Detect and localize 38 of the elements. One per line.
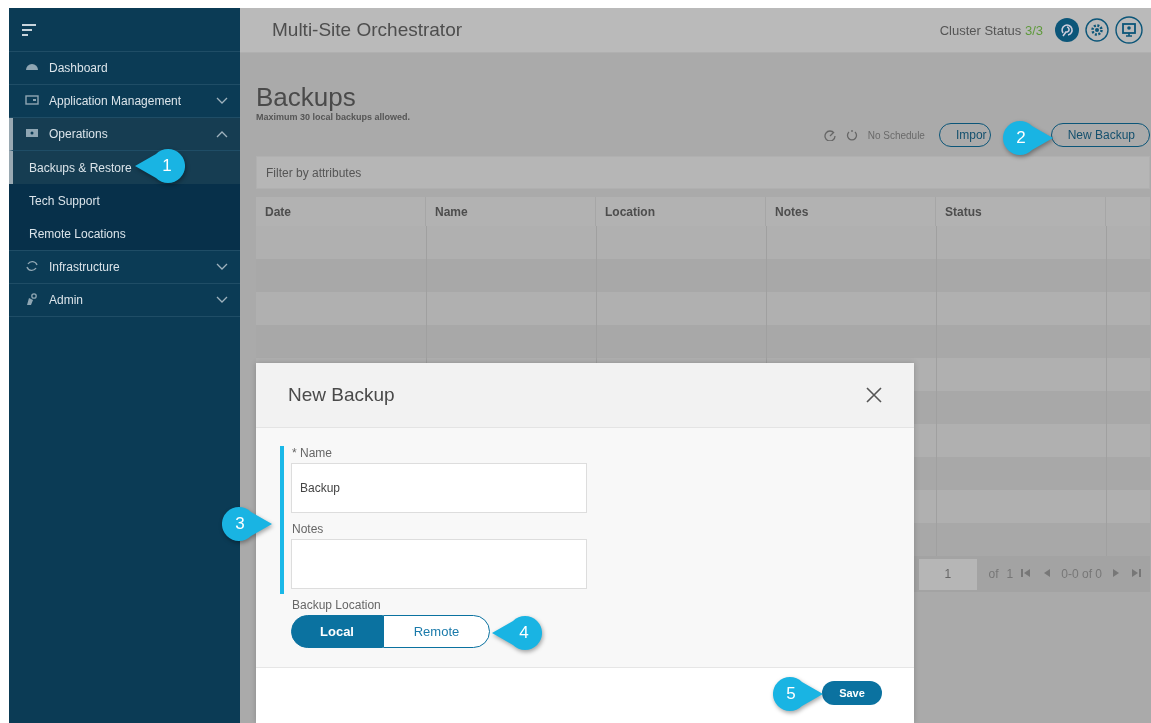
toggle-option[interactable]: Local (291, 615, 383, 648)
nav-subitem[interactable]: Tech Support (9, 184, 240, 217)
field-label: Notes (292, 522, 325, 536)
person-icon (25, 291, 39, 306)
chevron-icon (216, 97, 228, 105)
schedule-status: No Schedule (867, 129, 925, 141)
save-button[interactable]: Save (822, 680, 882, 705)
chevron-icon (216, 296, 228, 304)
page-title: Backups (256, 83, 357, 111)
callout-tooltip: 3 (222, 506, 274, 542)
refresh-icon (25, 258, 39, 273)
close-icon[interactable] (866, 387, 882, 403)
page-subtitle: Maximum 30 local backups allowed. (256, 112, 412, 122)
field-label: Backup Location (292, 598, 382, 612)
text-field[interactable]: Backup (291, 463, 587, 513)
cluster-status: Cluster Status 3/3 (939, 22, 1043, 38)
swirl-icon[interactable] (1055, 18, 1079, 42)
monitor-icon[interactable] (1115, 16, 1143, 44)
callout-tooltip: 4 (490, 615, 542, 651)
last-page-icon[interactable] (1130, 568, 1142, 578)
chevron-icon (216, 130, 228, 138)
card-icon (25, 92, 39, 107)
nav-subitem[interactable]: Remote Locations (9, 217, 240, 250)
app-title: Multi-Site Orchestrator (272, 19, 464, 41)
callout-tooltip: 5 (773, 676, 825, 712)
gauge-icon[interactable] (823, 129, 836, 141)
dialog-title: New Backup (288, 384, 395, 406)
callout-tooltip: 1 (133, 148, 185, 184)
text-field[interactable] (291, 539, 587, 589)
filter-field[interactable]: Filter by attributes (256, 156, 1150, 189)
settings-icon[interactable] (1085, 18, 1109, 42)
callout-tooltip: 2 (1003, 120, 1055, 156)
toggle-option[interactable]: Remote (383, 615, 490, 648)
menu-icon[interactable] (21, 22, 37, 37)
refresh-icon[interactable] (845, 129, 858, 141)
chevron-icon (216, 263, 228, 271)
nav-item[interactable]: Operations (9, 118, 240, 151)
field-label: * Name (292, 446, 333, 460)
